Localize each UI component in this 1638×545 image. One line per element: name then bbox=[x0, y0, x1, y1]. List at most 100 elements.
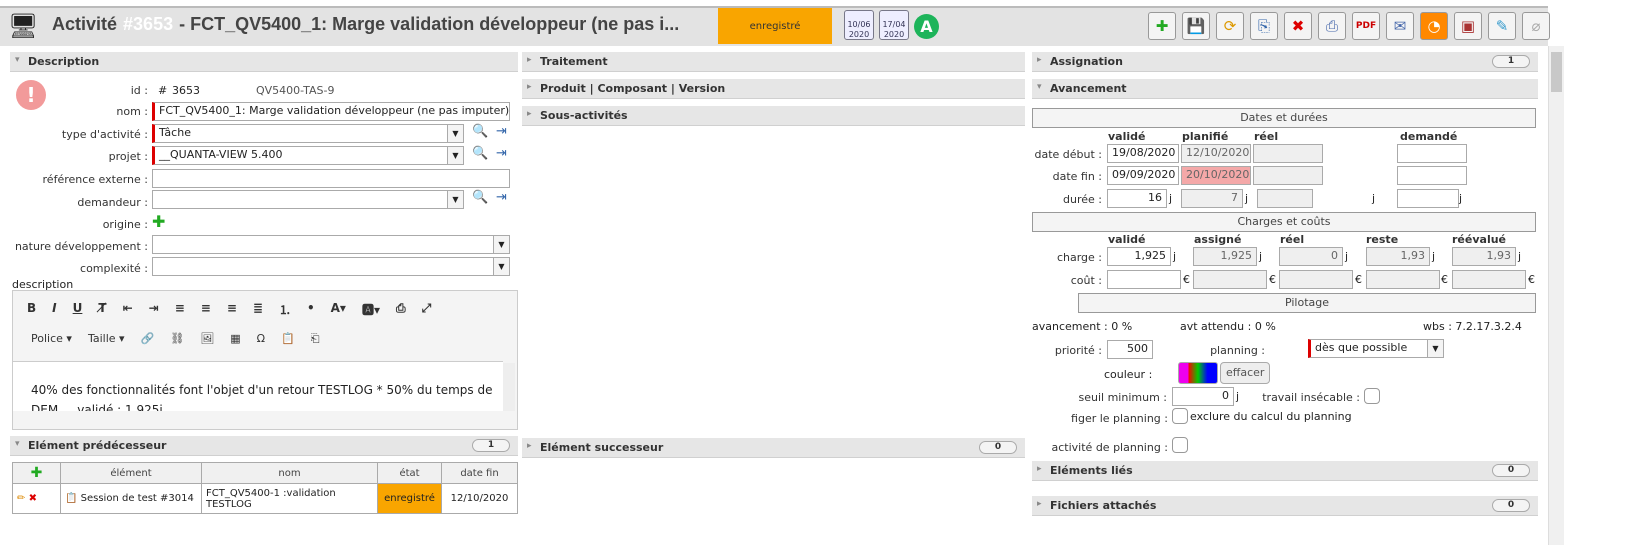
new-icon[interactable]: ✚ bbox=[1148, 12, 1176, 40]
search-icon[interactable]: 🔍 bbox=[472, 190, 488, 205]
image-icon[interactable]: 🖼 bbox=[200, 332, 214, 346]
bullet-list-icon[interactable]: • bbox=[307, 301, 315, 318]
refresh-icon[interactable]: ⟳ bbox=[1216, 12, 1244, 40]
insecable-label: travail insécable : bbox=[1262, 391, 1360, 404]
projet-select[interactable]: __QUANTA-VIEW 5.400 ▼ bbox=[152, 146, 464, 165]
italic-icon[interactable]: I bbox=[52, 301, 56, 318]
date-debut-demande[interactable] bbox=[1397, 144, 1467, 163]
font-select[interactable]: Police ▾ bbox=[31, 332, 72, 346]
cout-assigne bbox=[1193, 270, 1267, 289]
text-color-icon[interactable]: A▾ bbox=[331, 301, 346, 318]
origine-label: origine : bbox=[102, 218, 148, 231]
table-icon[interactable]: ▦ bbox=[230, 332, 240, 346]
attendu-row: avt attendu : 0 % bbox=[1180, 320, 1276, 333]
goto-icon[interactable]: ⇥ bbox=[496, 146, 507, 161]
editor-scrollbar[interactable] bbox=[503, 363, 515, 411]
search-icon[interactable]: 🔍 bbox=[472, 146, 488, 161]
clear-format-icon[interactable]: T̸ bbox=[98, 301, 106, 318]
mail-icon[interactable]: ✉ bbox=[1386, 12, 1414, 40]
section-description[interactable]: Description bbox=[10, 52, 518, 72]
underline-icon[interactable]: U bbox=[73, 301, 83, 318]
add-icon[interactable]: ✚ bbox=[152, 212, 165, 231]
section-avancement[interactable]: Avancement bbox=[1032, 79, 1538, 99]
refext-input[interactable] bbox=[152, 169, 510, 188]
maximize-icon[interactable]: ⤢ bbox=[422, 301, 432, 318]
col-etat: état bbox=[377, 462, 442, 484]
search-icon[interactable]: 🔍 bbox=[472, 124, 488, 139]
link-icon[interactable]: 🔗 bbox=[141, 332, 155, 346]
page-scrollbar[interactable] bbox=[1548, 46, 1564, 545]
section-sous-activites[interactable]: Sous-activités bbox=[522, 106, 1025, 126]
bg-color-icon[interactable]: 🅰▾ bbox=[362, 301, 380, 318]
pdf-icon[interactable]: PDF bbox=[1352, 12, 1380, 40]
bold-icon[interactable]: B bbox=[27, 301, 36, 318]
avatar[interactable]: A bbox=[914, 14, 939, 39]
calendar-icon[interactable]: 10/06 2020 bbox=[844, 10, 874, 40]
outdent-icon[interactable]: ⇥ bbox=[149, 301, 159, 318]
section-produit[interactable]: Produit | Composant | Version bbox=[522, 79, 1025, 99]
edit-icon[interactable]: ✏ bbox=[17, 493, 25, 504]
duree-demande[interactable] bbox=[1397, 189, 1459, 208]
save-icon[interactable]: 💾 bbox=[1182, 12, 1210, 40]
align-center-icon[interactable]: ≡ bbox=[201, 301, 211, 318]
col-valide: validé bbox=[1108, 130, 1146, 143]
special-char-icon[interactable]: Ω bbox=[257, 332, 265, 346]
col-demande: demandé bbox=[1400, 130, 1458, 143]
rich-text-editor[interactable]: B I U T̸ ⇤ ⇥ ≡ ≡ ≡ ≣ ⒈ • A▾ 🅰▾ ⎙ ⤢ Police ▾ Taille ▾ 🔗 ⛓ 🖼 ▦… bbox=[12, 290, 518, 430]
multi-update-icon[interactable]: ▣ bbox=[1454, 12, 1482, 40]
demandeur-select[interactable]: ▼ bbox=[152, 190, 464, 209]
figer-checkbox[interactable] bbox=[1172, 408, 1188, 424]
date-debut-valide[interactable]: 19/08/2020 bbox=[1107, 144, 1179, 163]
calendar-icon[interactable]: 17/04 2020 bbox=[879, 10, 909, 40]
type-select[interactable]: Tâche ▼ bbox=[152, 124, 464, 143]
color-picker[interactable] bbox=[1178, 362, 1218, 384]
section-elements-lies[interactable]: Eléments liés 0 bbox=[1032, 461, 1538, 481]
cell-element[interactable]: 📋 Session de test #3014 bbox=[60, 483, 202, 514]
table-row[interactable]: ✏ ✖ 📋 Session de test #3014 FCT_QV5400-1 :… bbox=[12, 483, 518, 514]
rss-icon[interactable]: ◔ bbox=[1420, 12, 1448, 40]
indent-icon[interactable]: ⇤ bbox=[123, 301, 133, 318]
print-icon[interactable]: ⎙ bbox=[1318, 12, 1346, 40]
section-traitement[interactable]: Traitement bbox=[522, 52, 1025, 72]
section-assignation[interactable]: Assignation 1 bbox=[1032, 52, 1538, 72]
size-select[interactable]: Taille ▾ bbox=[88, 332, 125, 346]
paste-icon[interactable]: 📋 bbox=[281, 332, 295, 346]
section-predecessor[interactable]: Elément prédécesseur 1 bbox=[10, 436, 518, 456]
priorite-input[interactable]: 500 bbox=[1107, 340, 1153, 359]
planning-select[interactable]: dès que possible ▼ bbox=[1308, 339, 1444, 358]
delete-icon[interactable]: ✖ bbox=[1284, 12, 1312, 40]
unlink-icon[interactable]: ⛓ bbox=[170, 332, 184, 346]
align-right-icon[interactable]: ≡ bbox=[227, 301, 237, 318]
date-fin-demande[interactable] bbox=[1397, 166, 1467, 185]
numbered-list-icon[interactable]: ⒈ bbox=[279, 301, 291, 318]
add-icon[interactable]: ✚ bbox=[31, 465, 43, 481]
insecable-checkbox[interactable] bbox=[1364, 388, 1380, 404]
date-fin-valide[interactable]: 09/09/2020 bbox=[1107, 166, 1179, 185]
cout-valide[interactable] bbox=[1107, 270, 1181, 289]
align-left-icon[interactable]: ≡ bbox=[175, 301, 185, 318]
effacer-button[interactable]: effacer bbox=[1220, 362, 1271, 384]
goto-icon[interactable]: ⇥ bbox=[496, 190, 507, 205]
print-icon[interactable]: ⎙ bbox=[396, 301, 406, 318]
goto-icon[interactable]: ⇥ bbox=[496, 124, 507, 139]
charge-valide[interactable]: 1,925 bbox=[1107, 247, 1171, 266]
copy-icon[interactable]: ⎘ bbox=[1250, 12, 1278, 40]
nom-input[interactable]: FCT_QV5400_1: Marge validation développe… bbox=[152, 102, 510, 121]
duree-valide[interactable]: 16 bbox=[1107, 189, 1167, 208]
seuil-input[interactable]: 0 bbox=[1172, 387, 1234, 406]
cout-label: coût : bbox=[1070, 274, 1102, 287]
editor-content[interactable]: 40% des fonctionnalités font l'objet d'u… bbox=[13, 361, 503, 411]
source-icon[interactable]: ⎗ bbox=[311, 332, 320, 346]
justify-icon[interactable]: ≣ bbox=[253, 301, 263, 318]
delete-icon[interactable]: ✖ bbox=[29, 493, 37, 504]
size-label: Taille bbox=[87, 332, 116, 345]
link-icon[interactable]: ✎ bbox=[1488, 12, 1516, 40]
activite-planning-checkbox[interactable] bbox=[1172, 437, 1188, 453]
nature-select[interactable]: ▼ bbox=[152, 235, 510, 254]
section-fichiers[interactable]: Fichiers attachés 0 bbox=[1032, 496, 1538, 516]
complexite-select[interactable]: ▼ bbox=[152, 257, 510, 276]
section-successeur[interactable]: Elément successeur 0 bbox=[522, 438, 1025, 458]
count-badge: 1 bbox=[472, 439, 510, 452]
attach-icon[interactable]: ⌀ bbox=[1522, 12, 1550, 40]
scrollbar-thumb[interactable] bbox=[1551, 52, 1562, 92]
